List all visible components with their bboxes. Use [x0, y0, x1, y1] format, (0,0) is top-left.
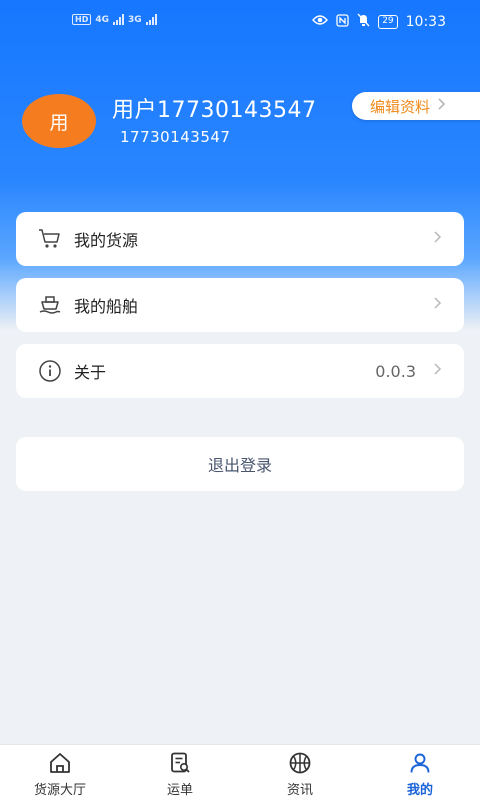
info-icon [38, 359, 62, 383]
signal-bars-icon [113, 14, 124, 25]
status-bar: HD 4G 3G 29 10:33 [0, 0, 480, 44]
chevron-right-icon [434, 363, 442, 379]
user-phone: 17730143547 [120, 128, 231, 146]
eye-icon [312, 14, 329, 30]
chevron-right-icon [434, 297, 442, 313]
cart-icon [38, 227, 62, 251]
battery-icon: 29 [378, 15, 398, 29]
menu-item-label: 我的货源 [74, 231, 139, 250]
signal-bars-icon [145, 14, 157, 25]
avatar-text: 用 [49, 111, 69, 134]
basketball-icon [288, 751, 312, 775]
menu-item-about[interactable]: 关于 0.0.3 [16, 344, 464, 398]
menu-item-label: 关于 [74, 363, 107, 382]
avatar[interactable]: 用 [22, 94, 96, 148]
sim1-label: 4G [95, 14, 109, 25]
tab-mine[interactable]: 我的 [360, 745, 480, 800]
tab-waybill[interactable]: 运单 [120, 745, 240, 800]
tab-label: 运单 [166, 783, 193, 798]
nfc-icon [336, 13, 349, 31]
waybill-search-icon [168, 751, 192, 775]
sim2-label: 3G [128, 14, 142, 25]
tab-label: 我的 [406, 783, 433, 798]
mute-bell-icon [357, 13, 370, 31]
tab-news[interactable]: 资讯 [240, 745, 360, 800]
home-icon [48, 751, 72, 775]
ship-icon [38, 293, 62, 317]
menu-item-my-ships[interactable]: 我的船舶 [16, 278, 464, 332]
edit-profile-label: 编辑资料 [370, 97, 431, 116]
status-left: HD 4G 3G [72, 14, 157, 25]
tab-label: 货源大厅 [33, 783, 86, 798]
menu-item-my-cargo[interactable]: 我的货源 [16, 212, 464, 266]
edit-profile-button[interactable]: 编辑资料 [352, 92, 480, 120]
user-icon [408, 751, 432, 775]
chevron-right-icon [438, 98, 446, 114]
bottom-tab-bar: 货源大厅 运单 资讯 我的 [0, 744, 480, 800]
user-name: 用户17730143547 [112, 98, 317, 123]
app-version: 0.0.3 [375, 361, 416, 381]
tab-cargo-hall[interactable]: 货源大厅 [0, 745, 120, 800]
hd-badge: HD [72, 14, 92, 25]
status-right: 29 10:33 [312, 13, 446, 31]
tab-label: 资讯 [286, 783, 313, 798]
chevron-right-icon [434, 231, 442, 247]
logout-button[interactable]: 退出登录 [16, 437, 464, 491]
status-time: 10:33 [405, 14, 446, 30]
menu-item-label: 我的船舶 [74, 297, 139, 316]
